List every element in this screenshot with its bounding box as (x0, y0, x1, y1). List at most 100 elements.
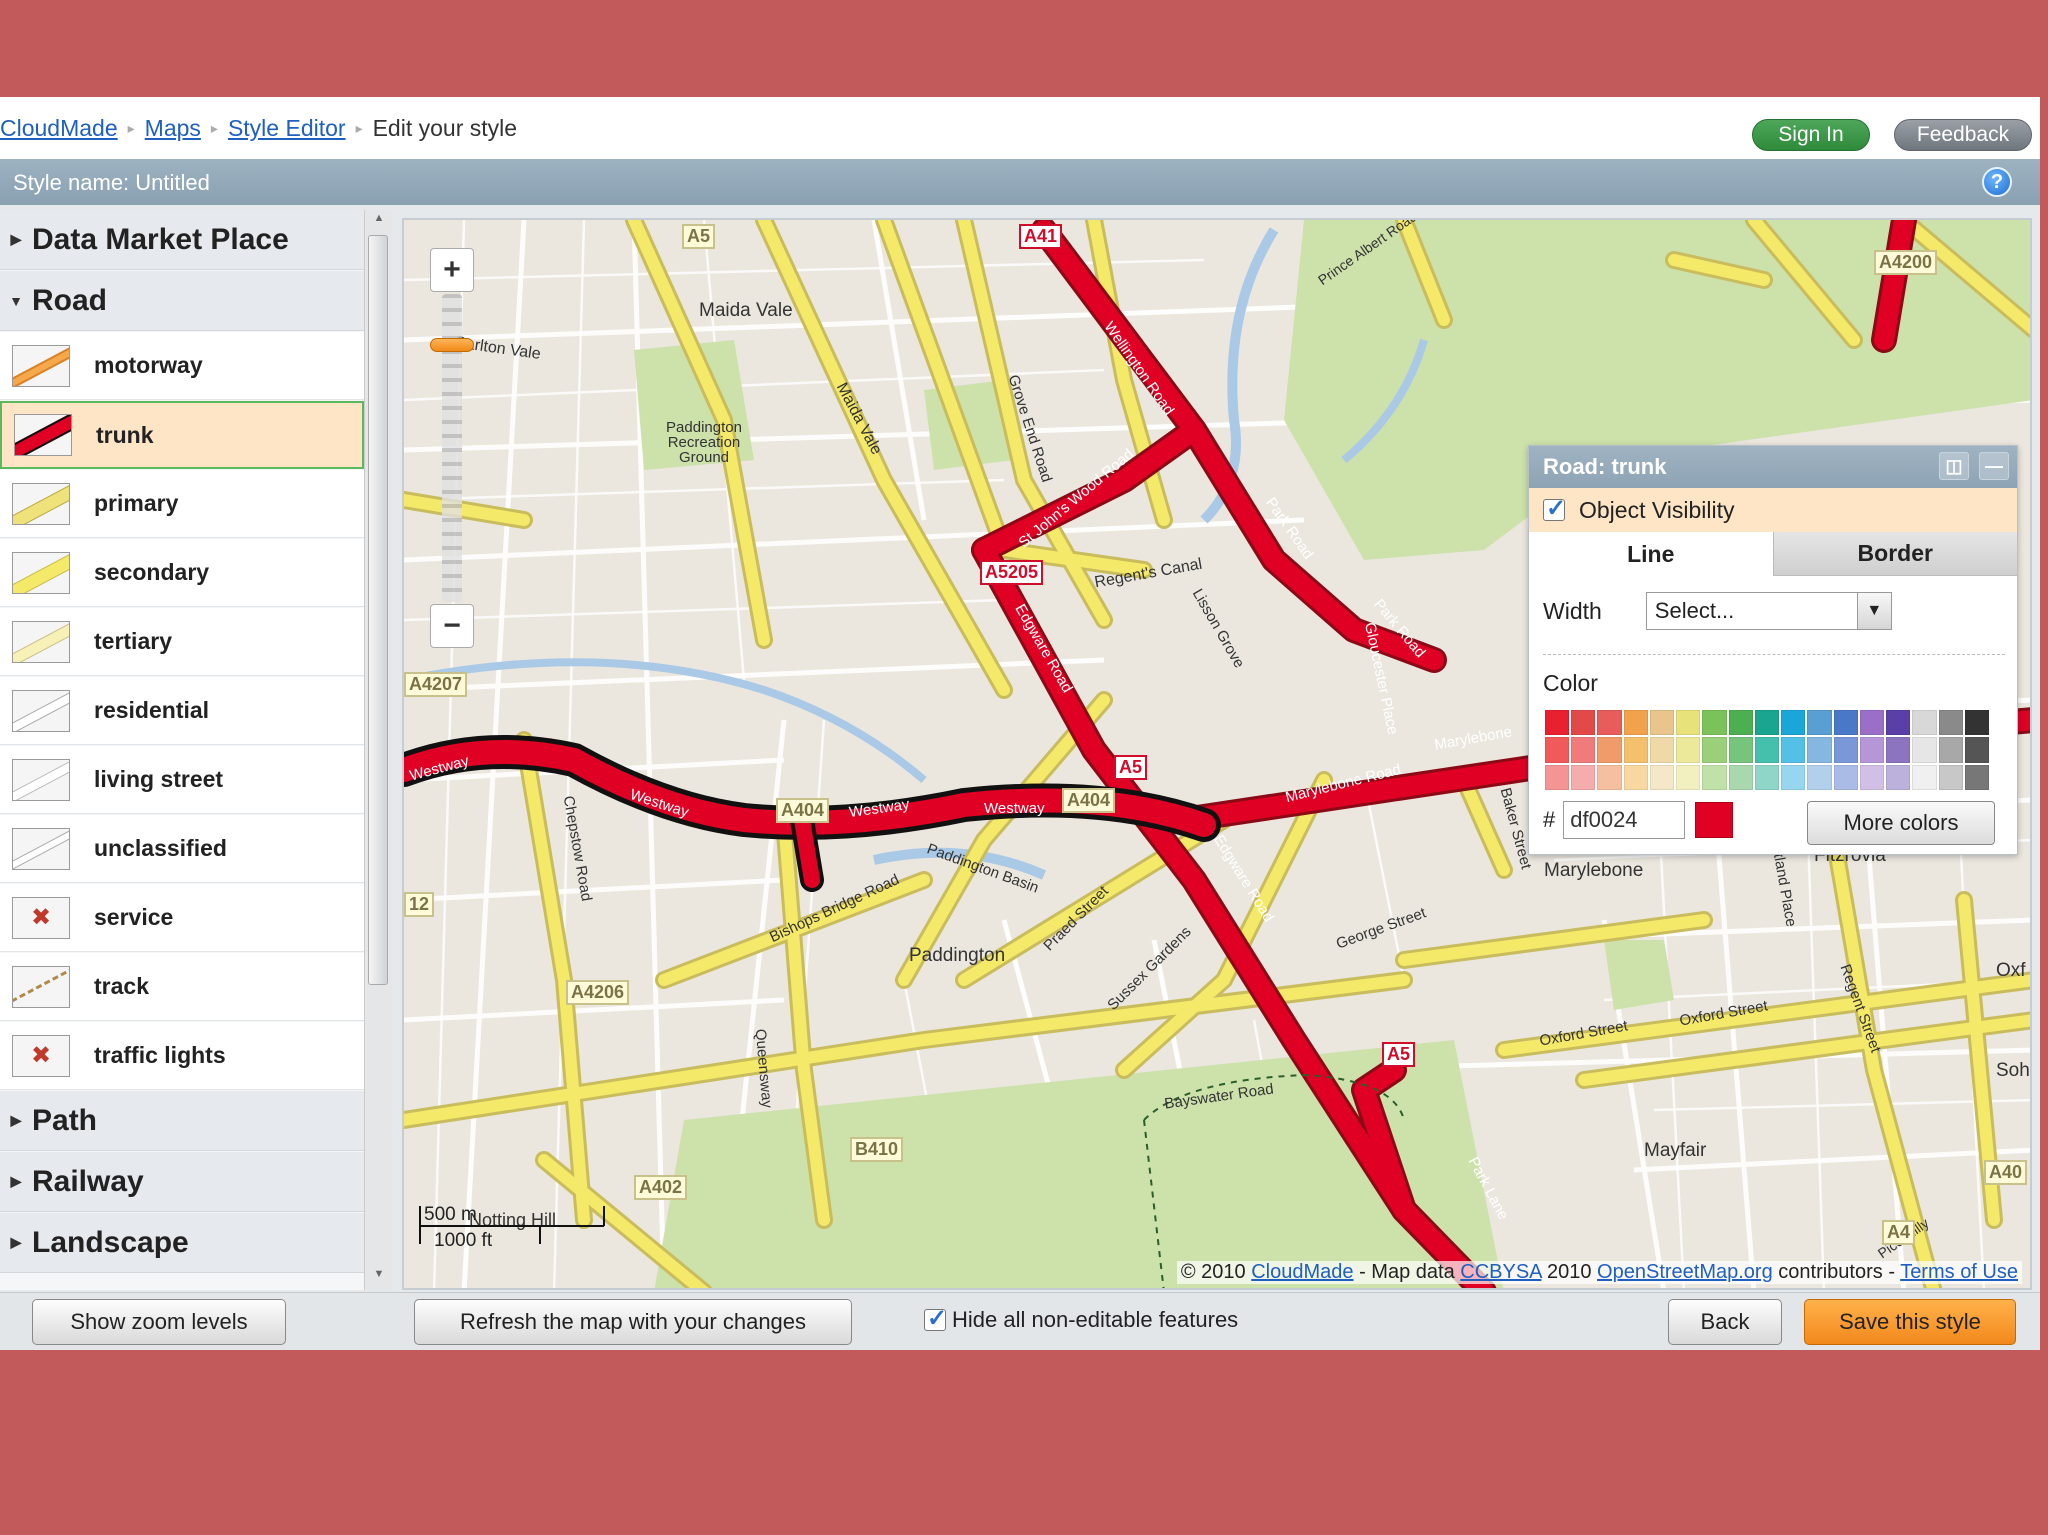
palette-swatch[interactable] (1676, 710, 1701, 736)
palette-swatch[interactable] (1833, 764, 1858, 790)
palette-swatch[interactable] (1676, 737, 1701, 763)
palette-swatch[interactable] (1728, 710, 1753, 736)
sidebar-scrollbar[interactable]: ▲ ▼ (364, 210, 392, 1290)
attribution-cloudmade-link[interactable]: CloudMade (1251, 1261, 1353, 1283)
palette-swatch[interactable] (1912, 710, 1937, 736)
palette-swatch[interactable] (1964, 710, 1989, 736)
palette-swatch[interactable] (1807, 710, 1832, 736)
palette-swatch[interactable] (1728, 737, 1753, 763)
breadcrumb-style-editor[interactable]: Style Editor (228, 115, 346, 142)
road-item-living-street[interactable]: living street (0, 746, 364, 814)
palette-swatch[interactable] (1912, 737, 1937, 763)
road-item-trunk[interactable]: trunk (0, 401, 364, 469)
zoom-in-icon[interactable]: + (430, 248, 474, 292)
attribution-terms-link[interactable]: Terms of Use (1900, 1261, 2018, 1283)
palette-swatch[interactable] (1702, 737, 1727, 763)
palette-swatch[interactable] (1886, 737, 1911, 763)
palette-swatch[interactable] (1833, 737, 1858, 763)
save-style-button[interactable]: Save this style (1804, 1299, 2016, 1345)
road-item-traffic-lights[interactable]: ✖ traffic lights (0, 1022, 364, 1090)
palette-swatch[interactable] (1807, 737, 1832, 763)
hide-non-editable-checkbox[interactable] (924, 1304, 947, 1333)
tab-line[interactable]: Line (1529, 532, 1773, 576)
road-item-track[interactable]: track (0, 953, 364, 1021)
palette-swatch[interactable] (1964, 737, 1989, 763)
palette-swatch[interactable] (1886, 764, 1911, 790)
palette-swatch[interactable] (1938, 737, 1963, 763)
palette-swatch[interactable] (1571, 764, 1596, 790)
palette-swatch[interactable] (1754, 764, 1780, 790)
zoom-slider-handle[interactable] (430, 338, 474, 352)
tab-border[interactable]: Border (1772, 532, 2017, 576)
more-colors-button[interactable]: More colors (1807, 801, 1995, 845)
palette-swatch[interactable] (1886, 710, 1911, 736)
palette-swatch[interactable] (1728, 764, 1753, 790)
object-visibility-row[interactable]: Object Visibility (1529, 488, 2017, 532)
palette-swatch[interactable] (1833, 710, 1858, 736)
attribution-license-link[interactable]: CCBYSA (1460, 1261, 1541, 1283)
road-item-service[interactable]: ✖ service (0, 884, 364, 952)
palette-swatch[interactable] (1545, 710, 1570, 736)
breadcrumb-cloudmade[interactable]: CloudMade (0, 115, 118, 142)
refresh-map-button[interactable]: Refresh the map with your changes (414, 1299, 852, 1345)
palette-swatch[interactable] (1623, 764, 1648, 790)
palette-swatch[interactable] (1649, 737, 1675, 763)
palette-swatch[interactable] (1571, 737, 1596, 763)
road-item-primary[interactable]: primary (0, 470, 364, 538)
palette-swatch[interactable] (1807, 764, 1832, 790)
width-select[interactable]: Select... ▼ (1645, 592, 1892, 630)
help-icon[interactable]: ? (1982, 167, 2012, 197)
road-item-unclassified[interactable]: unclassified (0, 815, 364, 883)
palette-swatch[interactable] (1938, 764, 1963, 790)
palette-swatch[interactable] (1623, 737, 1648, 763)
breadcrumb-maps[interactable]: Maps (145, 115, 201, 142)
palette-swatch[interactable] (1859, 710, 1885, 736)
palette-swatch[interactable] (1754, 710, 1780, 736)
palette-swatch[interactable] (1597, 710, 1622, 736)
category-path[interactable]: ▶ Path (0, 1091, 366, 1151)
palette-swatch[interactable] (1754, 737, 1780, 763)
palette-swatch[interactable] (1964, 764, 1989, 790)
sign-in-button[interactable]: Sign In (1752, 119, 1870, 151)
panel-dock-icon[interactable]: ◫ (1939, 452, 1969, 480)
back-button[interactable]: Back (1668, 1299, 1782, 1345)
hex-color-input[interactable] (1563, 801, 1686, 839)
palette-swatch[interactable] (1597, 737, 1622, 763)
palette-swatch[interactable] (1781, 710, 1806, 736)
scroll-up-icon[interactable]: ▲ (369, 212, 389, 230)
visibility-checkbox[interactable] (1543, 494, 1566, 523)
palette-swatch[interactable] (1545, 737, 1570, 763)
palette-swatch[interactable] (1781, 737, 1806, 763)
feedback-button[interactable]: Feedback (1894, 119, 2032, 151)
dropdown-arrow-icon[interactable]: ▼ (1856, 593, 1891, 629)
palette-swatch[interactable] (1859, 764, 1885, 790)
palette-swatch[interactable] (1545, 764, 1570, 790)
palette-swatch[interactable] (1676, 764, 1701, 790)
palette-swatch[interactable] (1571, 710, 1596, 736)
palette-swatch[interactable] (1702, 764, 1727, 790)
category-data-market-place[interactable]: ▶ Data Market Place (0, 210, 366, 270)
hide-non-editable-row[interactable]: Hide all non-editable features (924, 1304, 1238, 1333)
palette-swatch[interactable] (1649, 710, 1675, 736)
road-item-residential[interactable]: residential (0, 677, 364, 745)
road-item-tertiary[interactable]: tertiary (0, 608, 364, 676)
panel-minimize-icon[interactable]: — (1979, 452, 2009, 480)
palette-swatch[interactable] (1597, 764, 1622, 790)
road-item-motorway[interactable]: motorway (0, 332, 364, 400)
road-item-secondary[interactable]: secondary (0, 539, 364, 607)
category-railway[interactable]: ▶ Railway (0, 1152, 366, 1212)
palette-swatch[interactable] (1623, 710, 1648, 736)
show-zoom-levels-button[interactable]: Show zoom levels (32, 1299, 286, 1345)
palette-swatch[interactable] (1649, 764, 1675, 790)
zoom-out-icon[interactable]: − (430, 604, 474, 648)
palette-swatch[interactable] (1912, 764, 1937, 790)
palette-swatch[interactable] (1938, 710, 1963, 736)
palette-swatch[interactable] (1859, 737, 1885, 763)
scrollbar-thumb[interactable] (368, 235, 388, 985)
scroll-down-icon[interactable]: ▼ (369, 1268, 389, 1286)
palette-swatch[interactable] (1702, 710, 1727, 736)
category-road[interactable]: ▼ Road (0, 271, 366, 331)
attribution-osm-link[interactable]: OpenStreetMap.org (1597, 1261, 1773, 1283)
category-landscape[interactable]: ▶ Landscape (0, 1213, 366, 1273)
palette-swatch[interactable] (1781, 764, 1806, 790)
